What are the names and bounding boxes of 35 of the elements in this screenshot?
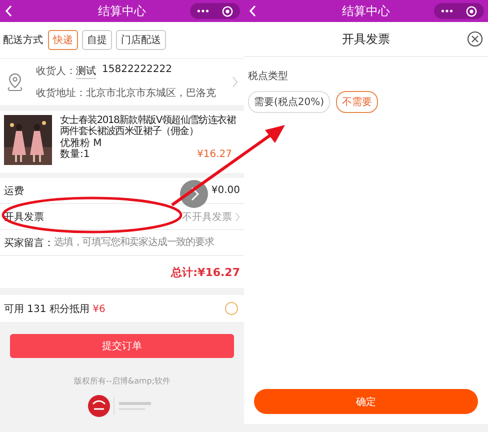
more-icon[interactable] bbox=[440, 9, 453, 13]
points-text: 可用 131 积分抵用 bbox=[4, 304, 90, 314]
product-title: 女士春装2018新款韩版V领超仙雪纺连衣裙两件套长裙波西米亚裙子（佣金） bbox=[60, 115, 237, 137]
shipping-label: 运费 bbox=[4, 184, 24, 198]
capsule-menu[interactable] bbox=[434, 3, 484, 19]
address-label: 收货地址： bbox=[36, 86, 86, 100]
receiver-phone: 15822222222 bbox=[102, 64, 172, 77]
message-label: 买家留言： bbox=[4, 236, 54, 250]
product-price: ¥16.27 bbox=[197, 149, 232, 160]
tax-type-label: 税点类型 bbox=[248, 70, 289, 83]
points-radio[interactable] bbox=[225, 302, 238, 315]
page-title: 结算中心 bbox=[98, 2, 146, 20]
address-text: 北京市北京市东城区，巴洛克 bbox=[86, 86, 216, 100]
location-pin-icon bbox=[6, 72, 24, 92]
submit-order-button[interactable]: 提交订单 bbox=[10, 334, 234, 358]
delivery-option[interactable]: 门店配送 bbox=[116, 30, 166, 50]
shipping-fee: ¥0.00 bbox=[211, 185, 240, 196]
capsule-menu[interactable] bbox=[190, 3, 240, 19]
more-icon[interactable] bbox=[196, 9, 209, 13]
receiver-label: 收货人： bbox=[36, 65, 76, 79]
page-title: 结算中心 bbox=[342, 2, 390, 20]
order-total: 总计:¥16.27 bbox=[171, 264, 240, 280]
floating-next-button[interactable] bbox=[180, 180, 208, 208]
receiver-name: 测试 bbox=[76, 64, 96, 79]
close-icon[interactable] bbox=[467, 31, 483, 47]
product-quantity: 数量:1 bbox=[60, 149, 90, 160]
delivery-option[interactable]: 自提 bbox=[82, 30, 112, 50]
copyright-text: 版权所有--启博&amp;软件 bbox=[74, 376, 170, 387]
sheet-title: 开具发票 bbox=[342, 30, 390, 48]
points-amount: ¥6 bbox=[92, 304, 106, 314]
back-icon[interactable] bbox=[249, 5, 257, 17]
product-variant: 优雅粉 M bbox=[60, 138, 103, 149]
delivery-label: 配送方式 bbox=[3, 34, 43, 47]
tax-option[interactable]: 需要(税点20%) bbox=[248, 91, 330, 113]
back-icon[interactable] bbox=[5, 5, 13, 17]
